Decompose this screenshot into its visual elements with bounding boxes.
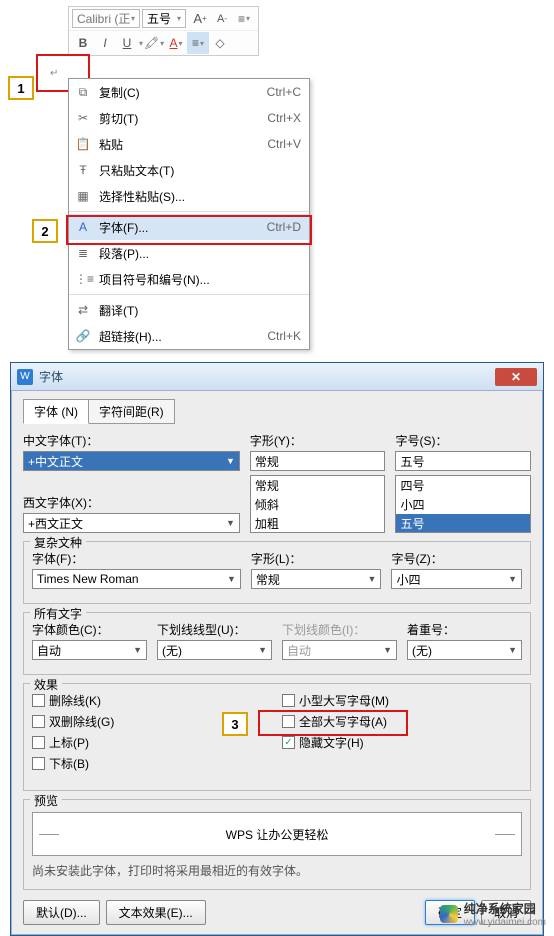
cjk-font-label: 中文字体(T)：	[23, 432, 240, 449]
size-label: 字号(S)：	[395, 432, 531, 449]
context-menu: ⧉复制(C)Ctrl+C ✂剪切(T)Ctrl+X 📋粘贴Ctrl+V Ŧ只粘贴…	[68, 78, 310, 350]
font-family-select[interactable]: Calibri (正▾	[72, 9, 140, 28]
menu-separator	[69, 294, 309, 295]
underline-button[interactable]: U	[116, 32, 138, 54]
effects-group: 效果 删除线(K) 双删除线(G) 上标(P) 下标(B) 小型大写字母(M) …	[23, 683, 531, 791]
eraser-button[interactable]: ◇	[209, 32, 231, 54]
bullets-icon: ⋮≡	[75, 272, 91, 286]
underline-style-combo[interactable]: (无)▼	[157, 640, 272, 660]
font-dialog: W 字体 ✕ 字体 (N) 字符间距(R) 中文字体(T)： +中文正文▼ 字形…	[10, 362, 544, 936]
preview-group: 预览 WPS 让办公更轻松 尚未安装此字体，打印时将采用最相近的有效字体。	[23, 799, 531, 890]
hidden-checkbox[interactable]: ✓隐藏文字(H)	[282, 734, 522, 751]
paste-text-icon: Ŧ	[75, 163, 91, 177]
dialog-title: 字体	[39, 368, 63, 385]
font-color-button[interactable]: A▾	[165, 32, 187, 54]
link-icon: 🔗	[75, 329, 91, 343]
bold-button[interactable]: B	[72, 32, 94, 54]
latin-font-combo[interactable]: +西文正文▼	[23, 513, 240, 533]
tab-spacing[interactable]: 字符间距(R)	[88, 399, 175, 424]
callout-3: 3	[222, 712, 248, 736]
clipboard-icon: 📋	[75, 137, 91, 151]
app-icon: W	[17, 369, 33, 385]
all-text-group: 所有文字 字体颜色(C)：自动▼ 下划线线型(U)：(无)▼ 下划线颜色(I)：…	[23, 612, 531, 675]
highlight-button[interactable]: 🖍▾	[143, 32, 165, 54]
watermark-logo-icon	[440, 905, 458, 923]
complex-size-combo[interactable]: 小四▼	[391, 569, 522, 589]
callout-2: 2	[32, 219, 58, 243]
menu-cut[interactable]: ✂剪切(T)Ctrl+X	[69, 105, 309, 131]
size-input[interactable]: 五号	[395, 451, 531, 471]
align-button[interactable]: ≡▾	[187, 32, 209, 54]
paragraph-icon: ≣	[75, 246, 91, 260]
close-button[interactable]: ✕	[495, 368, 537, 386]
highlight-box-3	[258, 710, 408, 736]
latin-font-label: 西文字体(X)：	[23, 494, 240, 511]
highlight-box-2	[66, 215, 312, 245]
scissors-icon: ✂	[75, 111, 91, 125]
formatting-toolbar: Calibri (正▾ 五号▾ A+ A- ≡▾ B I U▾ 🖍▾ A▾ ≡▾…	[68, 6, 259, 56]
paragraph-mark-icon: ↵	[50, 68, 58, 79]
translate-icon: ⇄	[75, 303, 91, 317]
menu-separator	[69, 211, 309, 212]
strike-checkbox[interactable]: 删除线(K)	[32, 692, 272, 709]
copy-icon: ⧉	[75, 85, 91, 100]
menu-paste-special[interactable]: ▦选择性粘贴(S)...	[69, 183, 309, 209]
complex-style-combo[interactable]: 常规▼	[251, 569, 382, 589]
font-color-combo[interactable]: 自动▼	[32, 640, 147, 660]
complex-scripts-group: 复杂文种 字体(F)： Times New Roman▼ 字形(L)： 常规▼ …	[23, 541, 531, 604]
menu-hyperlink[interactable]: 🔗超链接(H)...Ctrl+K	[69, 323, 309, 349]
style-listbox[interactable]: 常规 倾斜 加粗	[250, 475, 386, 533]
preview-display: WPS 让办公更轻松	[32, 812, 522, 856]
paste-special-icon: ▦	[75, 189, 91, 203]
underline-color-combo: 自动▼	[282, 640, 397, 660]
size-listbox[interactable]: 四号 小四 五号	[395, 475, 531, 533]
default-button[interactable]: 默认(D)...	[23, 900, 100, 925]
menu-translate[interactable]: ⇄翻译(T)	[69, 297, 309, 323]
style-label: 字形(Y)：	[250, 432, 386, 449]
preview-note: 尚未安装此字体，打印时将采用最相近的有效字体。	[32, 862, 522, 879]
text-effects-button[interactable]: 文本效果(E)...	[106, 900, 206, 925]
dialog-titlebar: W 字体 ✕	[11, 363, 543, 391]
smallcaps-checkbox[interactable]: 小型大写字母(M)	[282, 692, 522, 709]
subscript-checkbox[interactable]: 下标(B)	[32, 755, 272, 772]
shrink-font-button[interactable]: A-	[211, 8, 233, 30]
menu-copy[interactable]: ⧉复制(C)Ctrl+C	[69, 79, 309, 105]
callout-1: 1	[8, 76, 34, 100]
superscript-checkbox[interactable]: 上标(P)	[32, 734, 272, 751]
emphasis-combo[interactable]: (无)▼	[407, 640, 522, 660]
complex-font-combo[interactable]: Times New Roman▼	[32, 569, 241, 589]
style-input[interactable]: 常规	[250, 451, 386, 471]
grow-font-button[interactable]: A+	[189, 8, 211, 30]
menu-paste[interactable]: 📋粘贴Ctrl+V	[69, 131, 309, 157]
italic-button[interactable]: I	[94, 32, 116, 54]
menu-bullets[interactable]: ⋮≡项目符号和编号(N)...	[69, 266, 309, 292]
tab-font[interactable]: 字体 (N)	[23, 399, 89, 424]
line-spacing-button[interactable]: ≡▾	[233, 8, 255, 30]
menu-paste-text[interactable]: Ŧ只粘贴文本(T)	[69, 157, 309, 183]
cjk-font-combo[interactable]: +中文正文▼	[23, 451, 240, 471]
font-size-select[interactable]: 五号▾	[142, 9, 186, 28]
watermark: 纯净系统家园 www.yidaimei.com	[440, 900, 546, 928]
